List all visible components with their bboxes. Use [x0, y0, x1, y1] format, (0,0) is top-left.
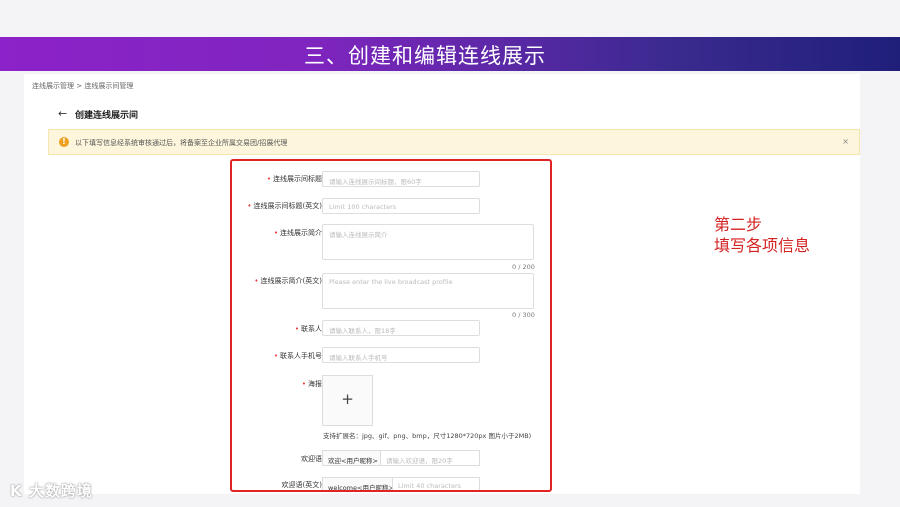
phone-input[interactable]: 请输入联系人手机号 [322, 347, 480, 363]
app-panel: 连线展示管理 > 连线展示间管理 ← 创建连线展示间 ! 以下填写信息经系统审核… [24, 74, 860, 494]
welcome-prefix: 欢迎<用户昵称> [322, 450, 381, 466]
close-icon[interactable]: × [842, 137, 849, 146]
poster-upload-button[interactable]: + [322, 375, 373, 426]
intro-en-label: • 连线展示简介(英文) [254, 277, 322, 285]
notice-bar: ! 以下填写信息经系统审核通过后，将备案至企业所属交易团/招展代理 × [48, 129, 860, 155]
title-en-label: • 连线展示间标题(英文) [247, 202, 322, 210]
title-input[interactable]: 请输入连线展示间标题，限60字 [322, 171, 480, 187]
step-annotation-line1: 第二步 [714, 215, 763, 234]
intro-label: • 连线展示简介 [273, 229, 322, 237]
contact-label: • 联系人 [294, 325, 322, 333]
poster-label: • 海报 [301, 380, 322, 388]
welcome-en-input[interactable]: Limit 40 characters [393, 477, 480, 490]
intro-counter: 0 / 200 [512, 263, 535, 271]
brand-logo-mark: K [10, 482, 23, 500]
title-en-input[interactable]: Limit 100 characters [322, 198, 480, 214]
step-annotation: 第二步 填写各项信息 [714, 214, 810, 256]
intro-en-counter: 0 / 300 [512, 311, 535, 319]
contact-input[interactable]: 请输入联系人，限18字 [322, 320, 480, 336]
create-form: • 连线展示间标题 请输入连线展示间标题，限60字 • 连线展示间标题(英文) Li… [230, 160, 552, 490]
welcome-en-label: 欢迎语(英文) [281, 481, 322, 489]
arrow-left-icon[interactable]: ← [58, 107, 67, 120]
breadcrumb[interactable]: 连线展示管理 > 连线展示间管理 [32, 81, 133, 91]
title-label: • 连线展示间标题 [266, 175, 322, 183]
brand-logo-text: 大数跨境 [28, 482, 93, 500]
brand-logo: K 大数跨境 [10, 480, 93, 501]
slide-banner: 三、创建和编辑连线展示 [0, 37, 900, 71]
welcome-en-prefix: welcome<用户昵称> [322, 477, 393, 490]
plus-icon: + [341, 390, 354, 408]
step-annotation-line2: 填写各项信息 [714, 236, 811, 255]
welcome-label: 欢迎语 [301, 455, 322, 463]
slide-title: 三、创建和编辑连线展示 [304, 44, 546, 68]
warning-circle-icon: ! [59, 137, 69, 147]
intro-textarea[interactable]: 请输入连线展示简介 [322, 224, 534, 260]
welcome-input[interactable]: 请输入欢迎语，限20字 [381, 450, 480, 466]
page-title: 创建连线展示间 [75, 111, 139, 121]
intro-en-textarea[interactable]: Please enter the live broadcast profile [322, 273, 534, 309]
phone-label: • 联系人手机号 [273, 352, 322, 360]
poster-upload-hint: 支持扩展名：jpg、gif、png、bmp，尺寸1280*720px 图片小于2… [323, 432, 532, 440]
notice-text: 以下填写信息经系统审核通过后，将备案至企业所属交易团/招展代理 [75, 139, 288, 147]
